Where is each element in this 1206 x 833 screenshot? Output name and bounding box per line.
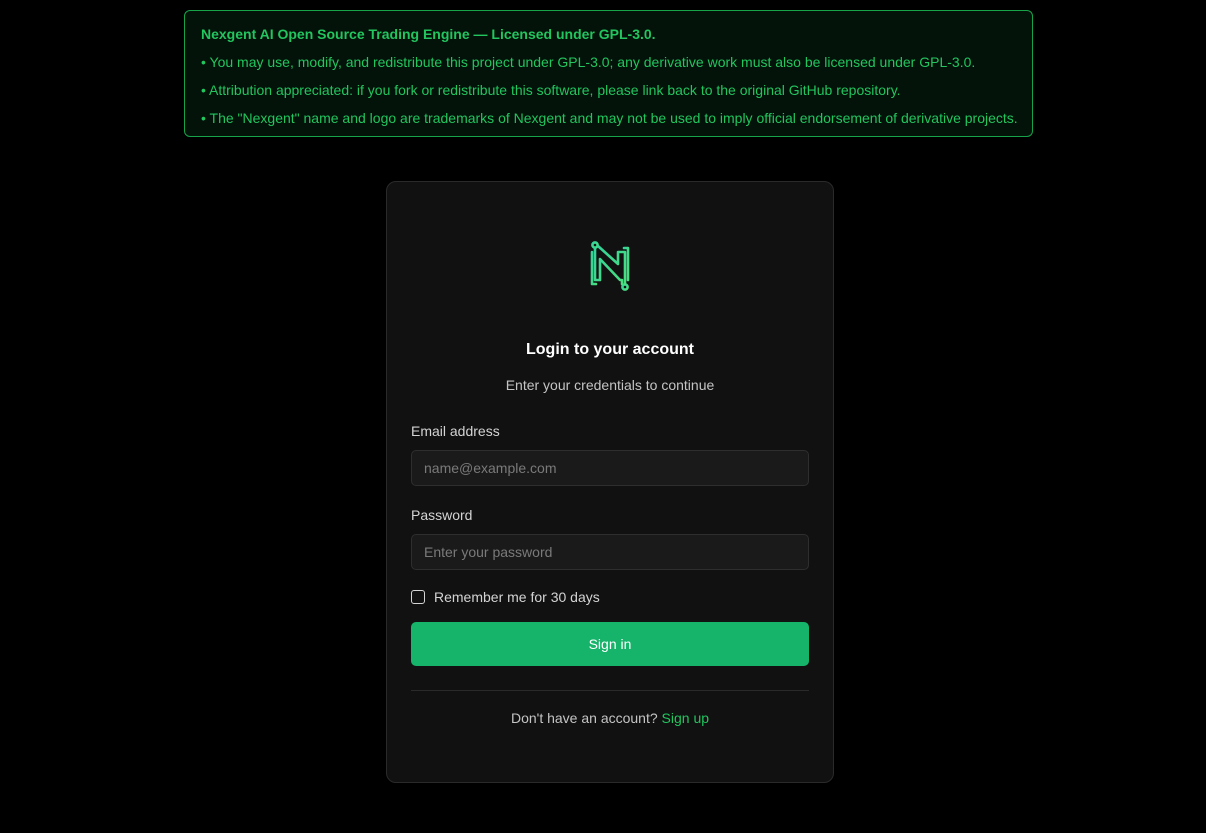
- remember-me-row[interactable]: Remember me for 30 days: [411, 588, 600, 606]
- license-line: • Attribution appreciated: if you fork o…: [201, 82, 901, 98]
- remember-me-label: Remember me for 30 days: [434, 589, 600, 605]
- license-line: • You may use, modify, and redistribute …: [201, 54, 976, 70]
- nexgent-logo-icon: [590, 241, 630, 291]
- email-field[interactable]: [411, 450, 809, 486]
- signup-row: Don't have an account? Sign up: [387, 709, 833, 727]
- password-field[interactable]: [411, 534, 809, 570]
- password-label: Password: [411, 507, 473, 523]
- sign-in-button[interactable]: Sign in: [411, 622, 809, 666]
- login-title: Login to your account: [526, 341, 694, 358]
- divider: [411, 690, 809, 691]
- license-line: • The "Nexgent" name and logo are tradem…: [201, 110, 1018, 126]
- login-page: Nexgent AI Open Source Trading Engine — …: [0, 0, 1206, 833]
- login-card: Login to your account Enter your credent…: [386, 181, 834, 783]
- remember-me-checkbox[interactable]: [411, 590, 425, 604]
- login-subtitle: Enter your credentials to continue: [505, 377, 715, 393]
- license-title: Nexgent AI Open Source Trading Engine — …: [201, 26, 656, 42]
- email-label: Email address: [411, 423, 500, 439]
- sign-up-link[interactable]: Sign up: [662, 710, 709, 726]
- license-banner: Nexgent AI Open Source Trading Engine — …: [184, 10, 1033, 137]
- signup-prompt: Don't have an account?: [510, 710, 658, 726]
